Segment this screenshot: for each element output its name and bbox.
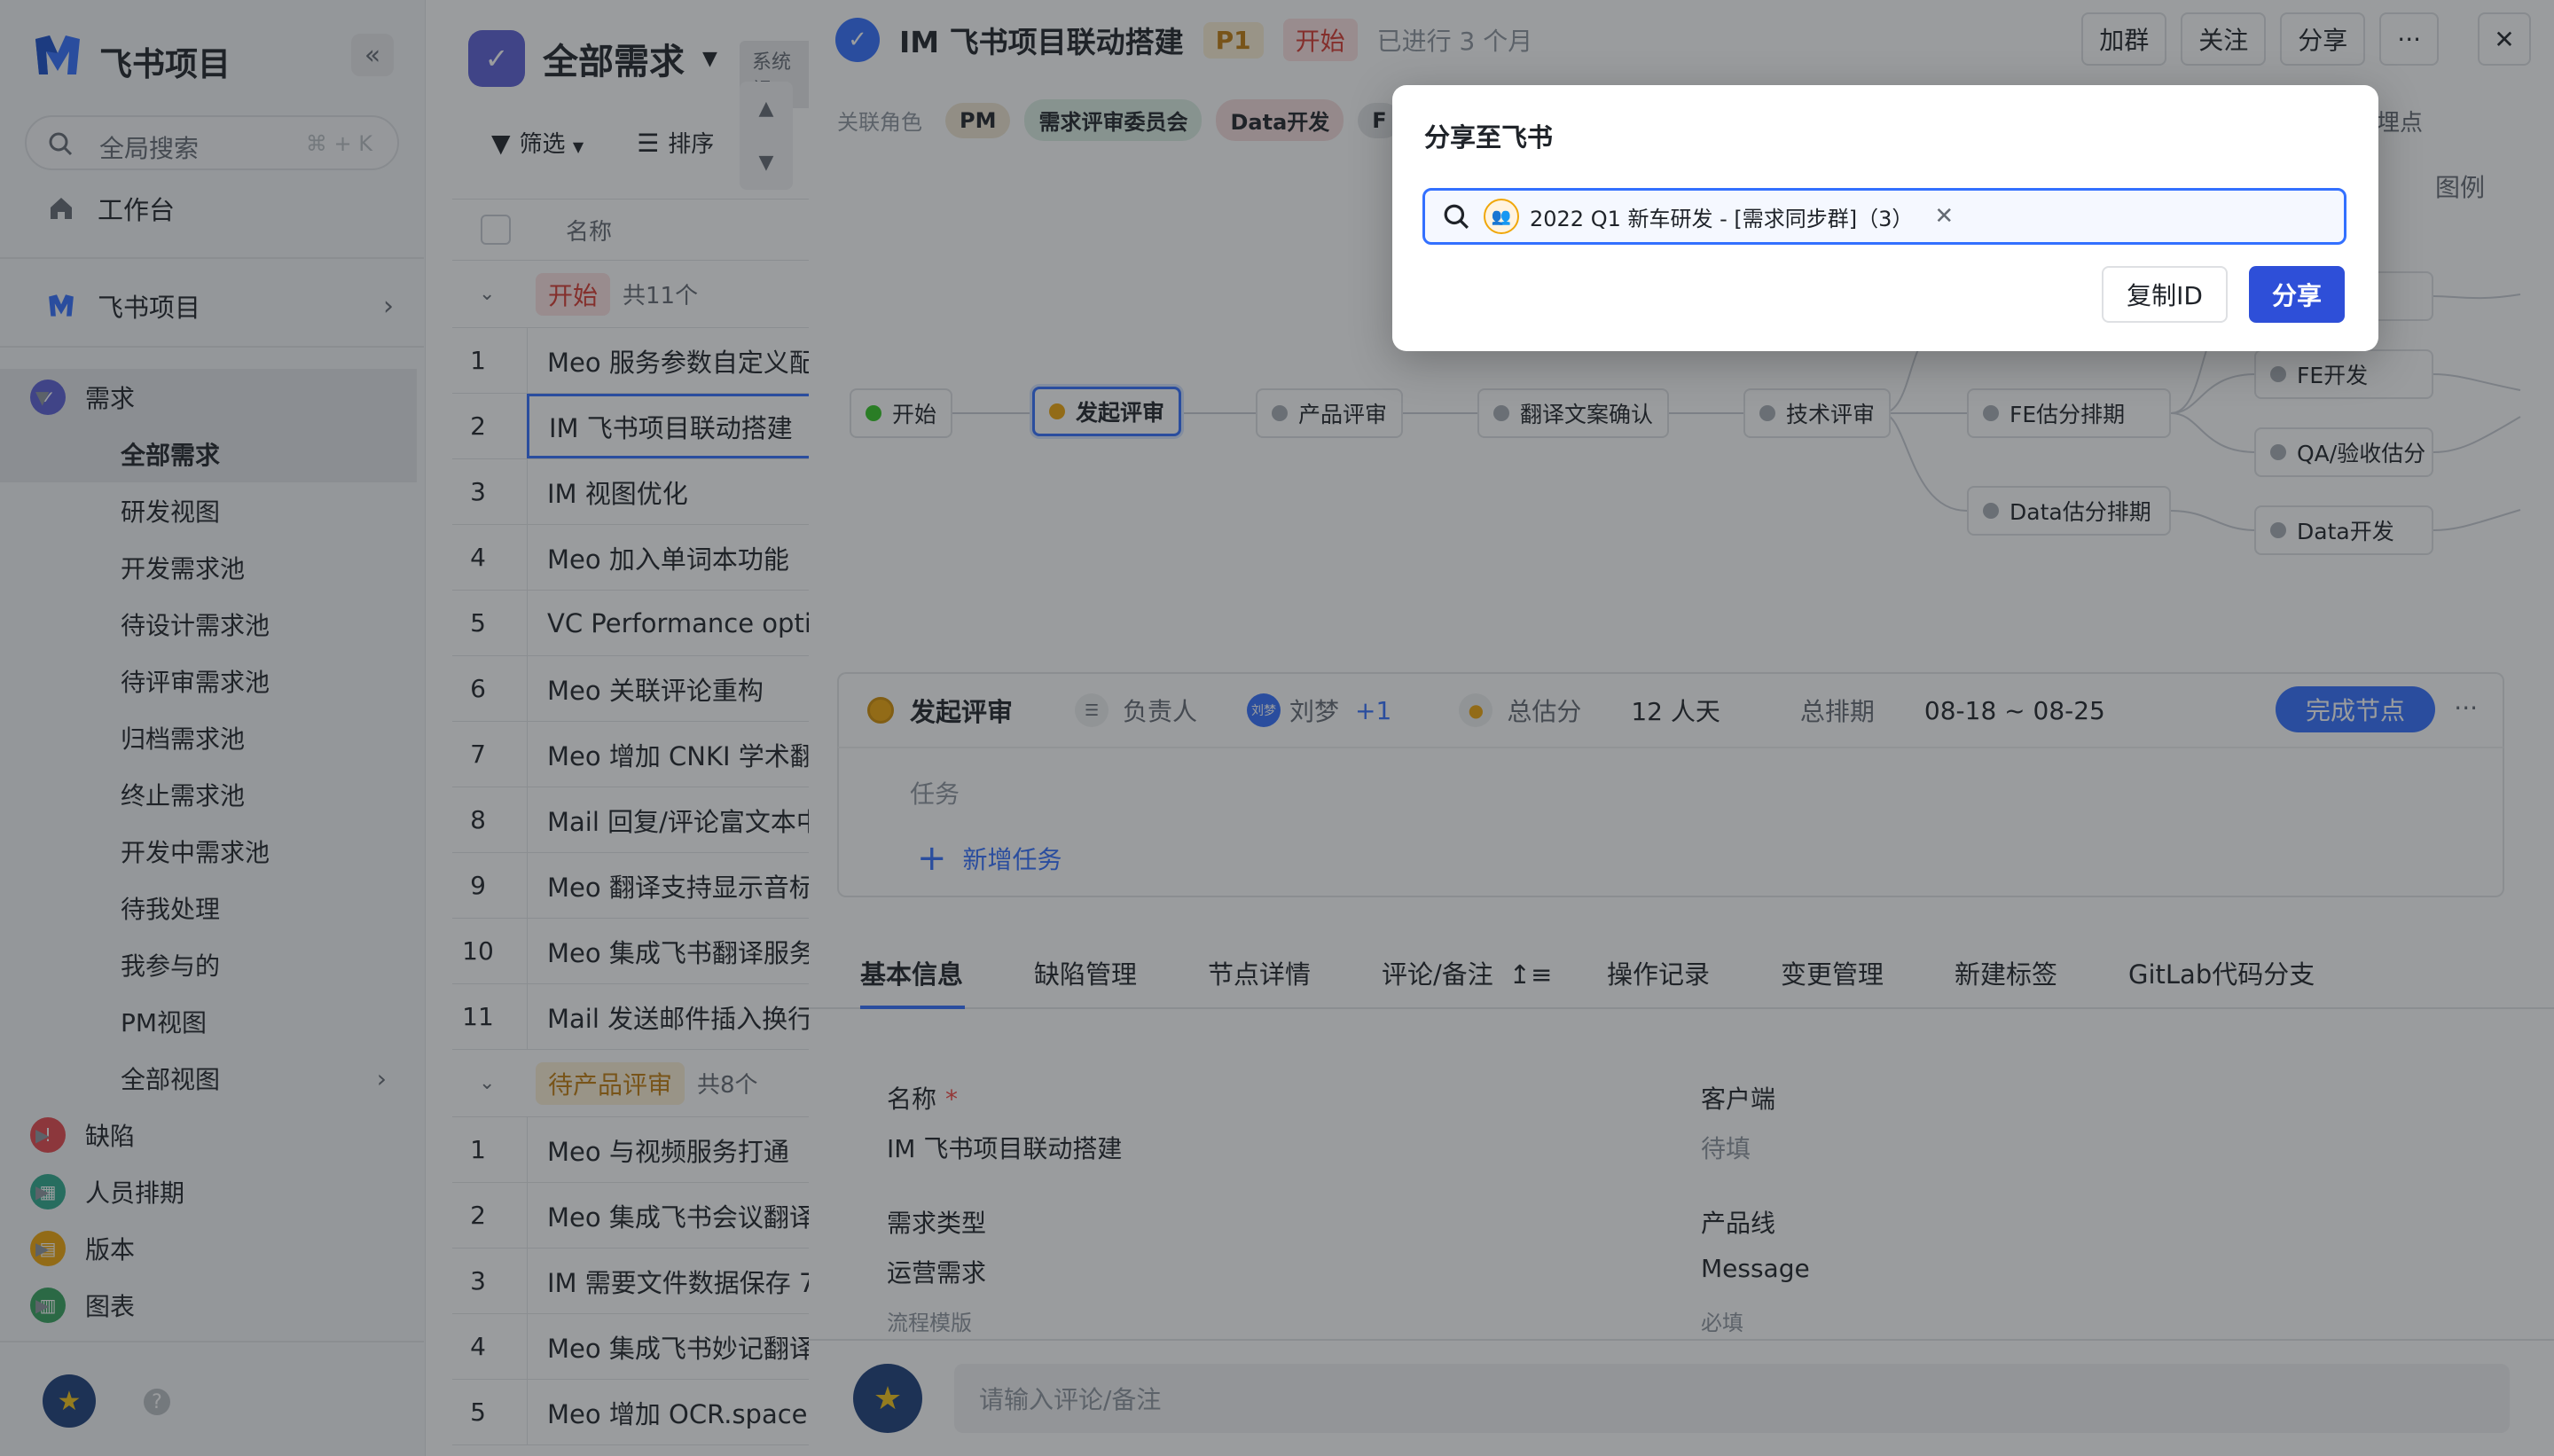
search-icon bbox=[1444, 204, 1469, 229]
chip-label: 2022 Q1 新车研发 - [需求同步群]（3） bbox=[1530, 206, 1914, 231]
share-confirm-button[interactable]: 分享 bbox=[2248, 266, 2345, 323]
dialog-actions: 复制ID 分享 bbox=[2102, 266, 2345, 323]
dialog-title: 分享至飞书 bbox=[1424, 122, 1554, 153]
modal-backdrop[interactable] bbox=[0, 0, 809, 1456]
share-to-feishu-dialog: 分享至飞书 👥 2022 Q1 新车研发 - [需求同步群]（3） ✕ 复制ID… bbox=[1392, 85, 2378, 351]
share-target-input[interactable]: 👥 2022 Q1 新车研发 - [需求同步群]（3） ✕ bbox=[1422, 188, 2346, 245]
group-icon: 👥 bbox=[1484, 199, 1519, 234]
selected-group-chip[interactable]: 👥 2022 Q1 新车研发 - [需求同步群]（3） ✕ bbox=[1482, 197, 1963, 236]
copy-id-button[interactable]: 复制ID bbox=[2102, 266, 2228, 323]
remove-chip-icon[interactable]: ✕ bbox=[1934, 203, 1954, 230]
